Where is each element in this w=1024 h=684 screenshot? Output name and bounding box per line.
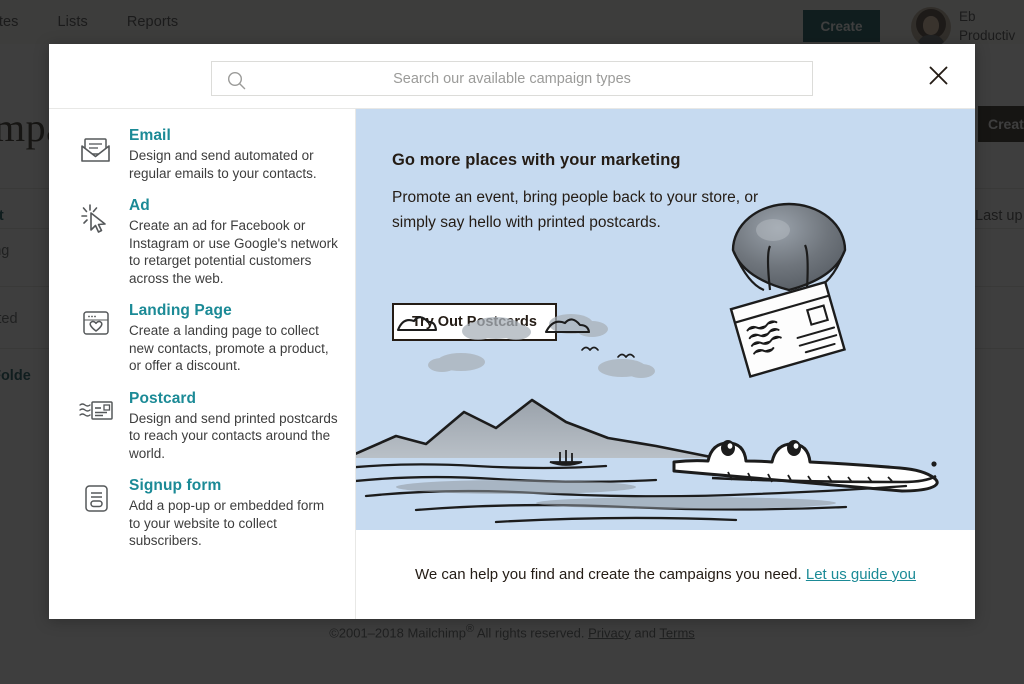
let-us-guide-you-link[interactable]: Let us guide you — [806, 566, 916, 583]
campaign-type-email-description: Design and send automated or regular ema… — [129, 148, 317, 181]
campaign-type-landing-page-title: Landing Page — [129, 302, 232, 319]
search-box[interactable] — [211, 61, 813, 96]
modal-footer-message: We can help you find and create the camp… — [415, 566, 806, 583]
close-icon[interactable] — [921, 58, 955, 92]
landing-page-heart-icon — [79, 302, 115, 375]
search-container — [211, 61, 813, 96]
campaign-type-signup-form[interactable]: Signup form Add a pop-up or embedded for… — [49, 477, 355, 550]
modal-footer: We can help you find and create the camp… — [356, 530, 975, 619]
signup-form-icon — [79, 477, 115, 550]
modal-footer-text: We can help you find and create the camp… — [415, 566, 916, 583]
email-envelope-icon — [79, 127, 115, 182]
campaign-type-signup-form-description: Add a pop-up or embedded form to your we… — [129, 498, 325, 548]
modal-body: Email Design and send automated or regul… — [49, 109, 975, 619]
ad-cursor-click-icon — [79, 197, 115, 287]
campaign-type-email-title: Email — [129, 127, 171, 144]
postcard-icon — [79, 390, 115, 463]
postcard-parachute-alligator-landscape-illustration — [356, 202, 939, 524]
campaign-type-ad[interactable]: Ad Create an ad for Facebook or Instagra… — [49, 197, 355, 287]
search-input[interactable] — [212, 62, 812, 95]
campaign-type-landing-page-text: Landing Page Create a landing page to co… — [129, 302, 339, 375]
campaign-type-email[interactable]: Email Design and send automated or regul… — [49, 127, 355, 182]
campaign-type-ad-text: Ad Create an ad for Facebook or Instagra… — [129, 197, 339, 287]
campaign-type-ad-title: Ad — [129, 197, 150, 214]
campaign-type-landing-page[interactable]: Landing Page Create a landing page to co… — [49, 302, 355, 375]
campaign-type-signup-form-text: Signup form Add a pop-up or embedded for… — [129, 477, 339, 550]
campaign-type-ad-description: Create an ad for Facebook or Instagram o… — [129, 218, 338, 286]
campaign-type-postcard-text: Postcard Design and send printed postcar… — [129, 390, 339, 463]
campaign-type-signup-form-title: Signup form — [129, 477, 222, 494]
campaign-type-list: Email Design and send automated or regul… — [49, 109, 356, 619]
campaign-type-postcard[interactable]: Postcard Design and send printed postcar… — [49, 390, 355, 463]
promo-title: Go more places with your marketing — [392, 151, 681, 169]
search-icon — [227, 71, 246, 95]
campaign-type-postcard-description: Design and send printed postcards to rea… — [129, 410, 338, 461]
promo-hero: Go more places with your marketing Promo… — [356, 109, 975, 530]
campaign-type-email-text: Email Design and send automated or regul… — [129, 127, 339, 182]
promo-panel: Go more places with your marketing Promo… — [356, 109, 975, 619]
screen: mplates Lists Reports Create Eb Producti… — [0, 0, 1024, 684]
campaign-type-modal: Email Design and send automated or regul… — [49, 44, 975, 619]
campaign-type-landing-page-description: Create a landing page to collect new con… — [129, 323, 329, 373]
modal-header — [49, 44, 975, 109]
campaign-type-postcard-title: Postcard — [129, 389, 197, 407]
